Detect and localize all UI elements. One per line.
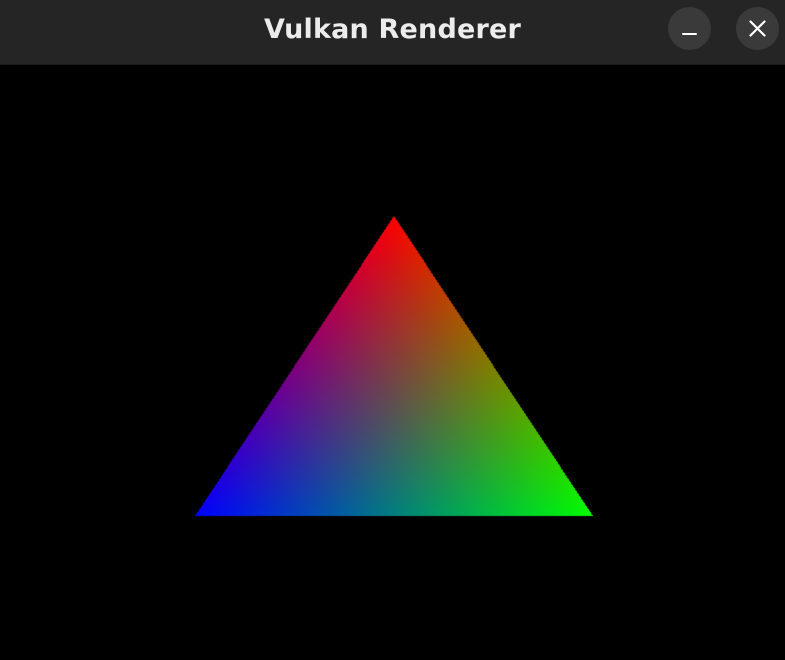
render-viewport[interactable]: [0, 65, 785, 660]
rendered-triangle: [0, 65, 785, 660]
minimize-icon: [682, 33, 697, 35]
close-icon: [749, 20, 766, 37]
title-bar[interactable]: Vulkan Renderer: [0, 0, 785, 65]
app-window: Vulkan Renderer: [0, 0, 785, 660]
close-button[interactable]: [736, 7, 779, 50]
minimize-button[interactable]: [668, 7, 711, 50]
